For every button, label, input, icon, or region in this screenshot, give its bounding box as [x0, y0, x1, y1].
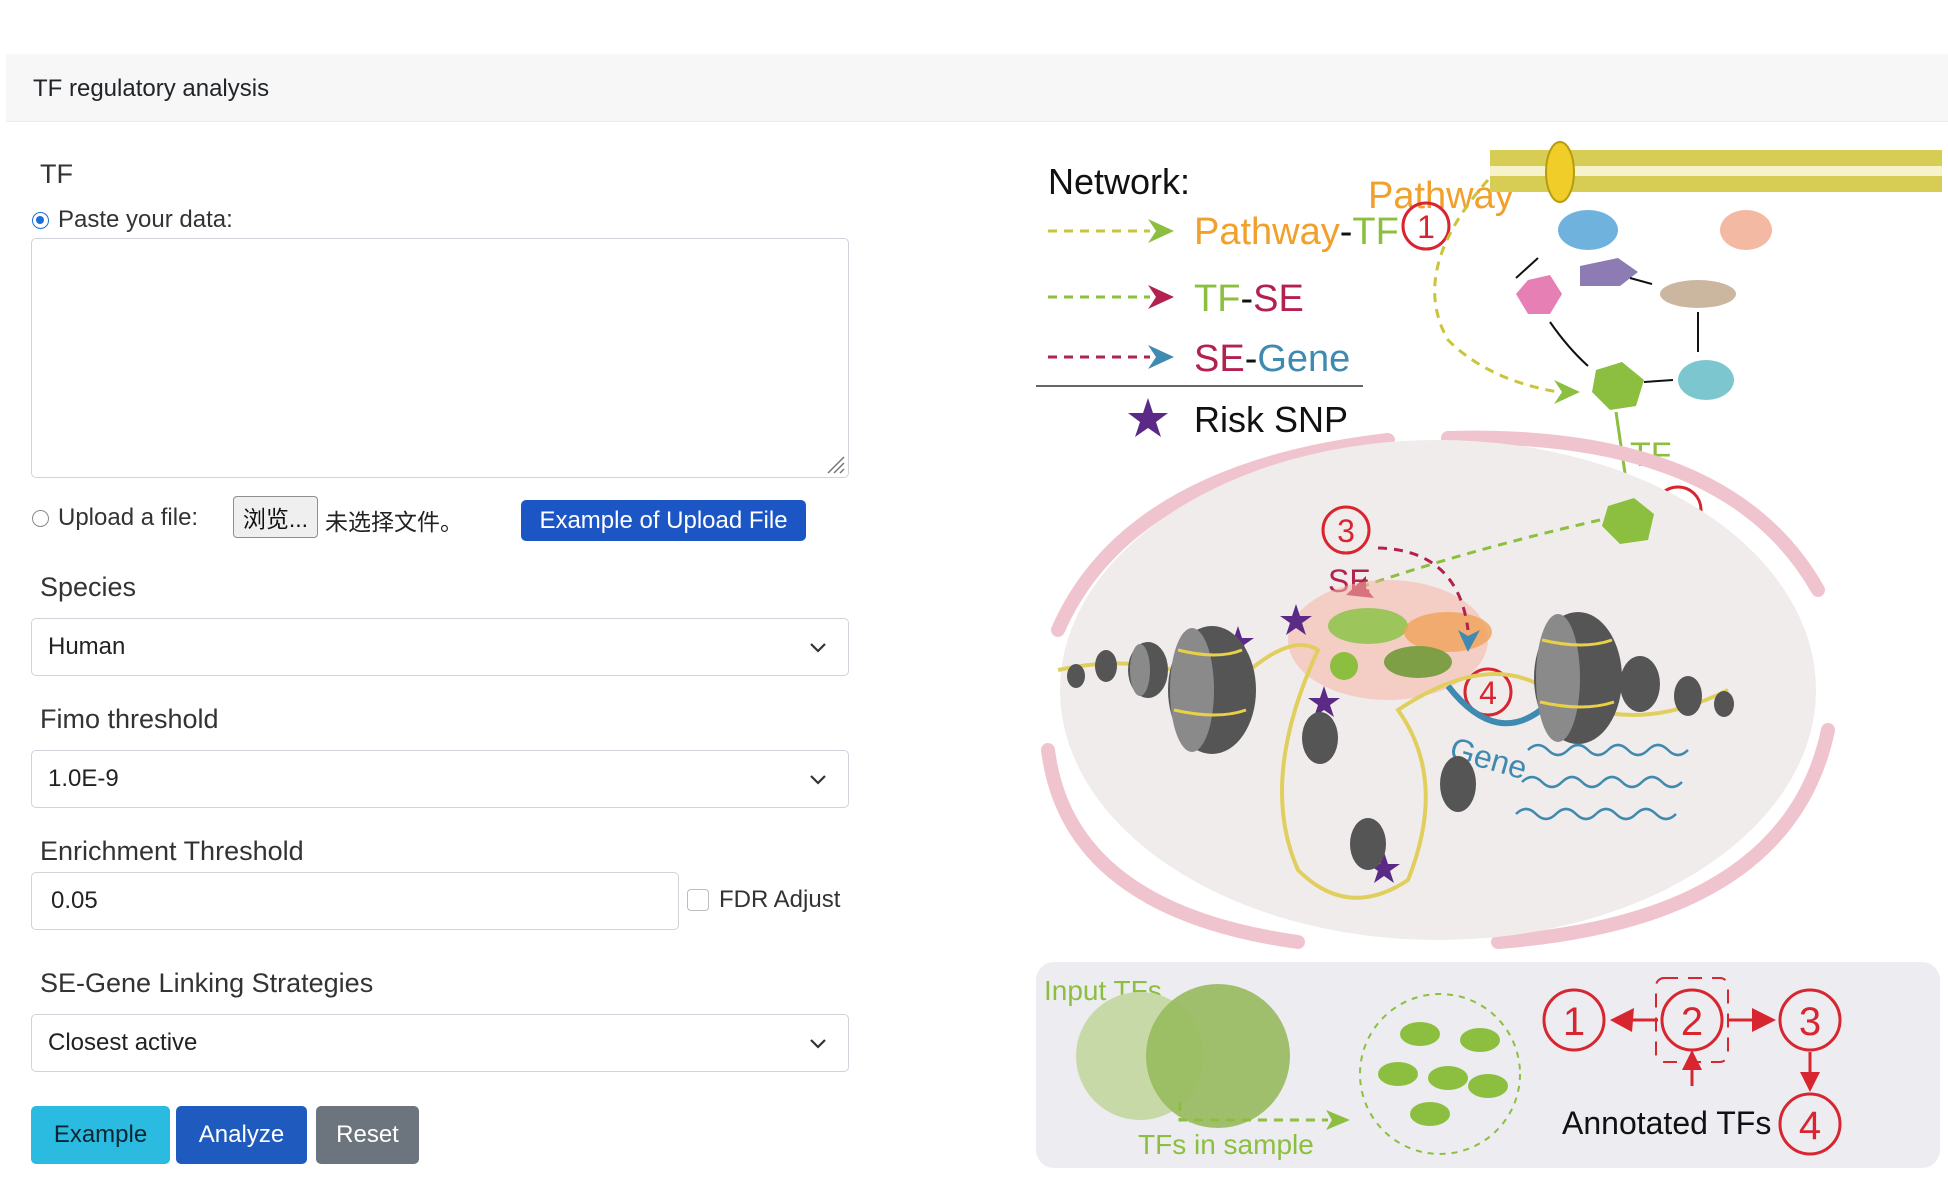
receptor-icon — [1545, 141, 1575, 203]
legend-pathway-tf: Pathway-TF — [1048, 211, 1399, 253]
arrow-icon — [1148, 345, 1174, 369]
chevron-down-icon — [810, 775, 826, 785]
protein-purple-icon — [1580, 258, 1638, 286]
legend-gene-suffix: Gene — [1257, 338, 1350, 380]
protein-pink-icon — [1516, 275, 1562, 314]
workflow-step-number-4: 4 — [1799, 1104, 1821, 1148]
legend-sep: - — [1240, 278, 1253, 320]
legend-se-gene: SE-Gene — [1048, 338, 1350, 380]
upload-file-radio[interactable] — [32, 509, 49, 527]
step-number-3: 3 — [1337, 513, 1355, 549]
protein-tan-icon — [1660, 280, 1736, 308]
network-illustration: Network: Pathway-TF TF-SE SE-Gene Risk S… — [1036, 141, 1942, 1168]
se-complex-icon — [1328, 608, 1408, 644]
workflow-step-number-2: 2 — [1681, 1000, 1703, 1044]
arrow-icon — [1148, 285, 1174, 309]
fimo-threshold-select[interactable]: 1.0E-9 — [31, 750, 849, 808]
arrow-icon — [1554, 380, 1580, 404]
legend-tf-se: TF-SE — [1048, 278, 1304, 320]
step-number-1: 1 — [1417, 209, 1435, 245]
nucleosome-small-icon — [1714, 691, 1734, 717]
tf-label: TF — [40, 159, 73, 189]
fdr-adjust-label: FDR Adjust — [719, 886, 841, 913]
network-figure: Network: Pathway-TF TF-SE SE-Gene Risk S… — [1028, 130, 1948, 1174]
legend-sep: - — [1340, 211, 1353, 253]
protein-blue-icon — [1558, 210, 1618, 250]
step-number-4: 4 — [1479, 675, 1497, 711]
enrichment-threshold-input[interactable]: 0.05 — [31, 872, 679, 930]
reset-button[interactable]: Reset — [316, 1106, 419, 1164]
paste-data-radio[interactable] — [32, 211, 49, 229]
risk-snp-label: Risk SNP — [1194, 399, 1348, 440]
nucleosome-small-icon — [1067, 664, 1085, 688]
nucleosome-medium-icon — [1350, 818, 1386, 870]
paste-data-label: Paste your data: — [58, 206, 233, 233]
enrichment-threshold-label: Enrichment Threshold — [40, 836, 304, 866]
example-upload-file-button[interactable]: Example of Upload File — [521, 500, 806, 541]
fimo-threshold-label: Fimo threshold — [40, 704, 219, 734]
protein-peach-icon — [1720, 210, 1772, 250]
analysis-form: TF Paste your data: Upload a file: 浏览...… — [0, 0, 1000, 1204]
species-selected-value: Human — [48, 633, 126, 660]
chevron-down-icon — [810, 1039, 826, 1049]
arrow-icon — [1148, 219, 1174, 243]
species-select[interactable]: Human — [31, 618, 849, 676]
fdr-adjust-option[interactable]: FDR Adjust — [687, 886, 840, 914]
browse-button[interactable]: 浏览... — [233, 496, 318, 538]
snp-star-icon — [1128, 398, 1168, 437]
workflow-step-number-1: 1 — [1563, 1000, 1585, 1044]
tf-protein-icon — [1592, 362, 1644, 410]
file-status: 未选择文件。 — [325, 509, 463, 535]
nucleosome-small-icon — [1674, 676, 1702, 716]
legend-tf-prefix: TF — [1194, 278, 1240, 320]
upload-file-label: Upload a file: — [58, 504, 199, 531]
upload-file-option[interactable]: Upload a file: — [32, 504, 198, 532]
svg-text:TF-SE: TF-SE — [1194, 278, 1304, 320]
tfs-in-sample-label: TFs in sample — [1138, 1129, 1314, 1160]
nucleosome-medium-icon — [1302, 712, 1338, 764]
legend-pathway-prefix: Pathway — [1194, 211, 1340, 253]
protein-teal-icon — [1678, 360, 1734, 400]
nucleosome-small-icon — [1095, 650, 1117, 682]
legend-pathway-suffix: TF — [1352, 211, 1398, 253]
sample-tfs-circle — [1146, 984, 1290, 1128]
resize-grip-icon[interactable] — [824, 453, 846, 475]
linking-selected-value: Closest active — [48, 1029, 198, 1056]
legend-sep: - — [1245, 338, 1258, 380]
workflow-step-number-3: 3 — [1799, 1000, 1821, 1044]
paste-data-textarea[interactable] — [31, 238, 849, 478]
nucleosome-medium-icon — [1620, 656, 1660, 712]
species-label: Species — [40, 572, 137, 602]
fdr-adjust-checkbox[interactable] — [687, 889, 709, 911]
analyze-button[interactable]: Analyze — [176, 1106, 307, 1164]
example-button[interactable]: Example — [31, 1106, 170, 1164]
nucleosome-large-right — [1534, 612, 1622, 744]
linking-strategies-label: SE-Gene Linking Strategies — [40, 968, 374, 998]
network-title: Network: — [1048, 161, 1190, 202]
legend-se-suffix: SE — [1253, 278, 1304, 320]
annotated-tfs-label: Annotated TFs — [1562, 1105, 1771, 1141]
paste-data-option[interactable]: Paste your data: — [32, 206, 233, 234]
legend-se-prefix: SE — [1194, 338, 1245, 380]
nucleosome-large-left — [1168, 626, 1256, 754]
svg-text:Pathway-TF: Pathway-TF — [1194, 211, 1399, 253]
enrichment-value: 0.05 — [51, 887, 98, 914]
nucleosome-medium-icon — [1440, 756, 1476, 812]
fimo-selected-value: 1.0E-9 — [48, 765, 119, 792]
linking-strategies-select[interactable]: Closest active — [31, 1014, 849, 1072]
svg-text:SE-Gene: SE-Gene — [1194, 338, 1350, 380]
nucleosome-medium-left — [1128, 642, 1168, 698]
chevron-down-icon — [810, 643, 826, 653]
